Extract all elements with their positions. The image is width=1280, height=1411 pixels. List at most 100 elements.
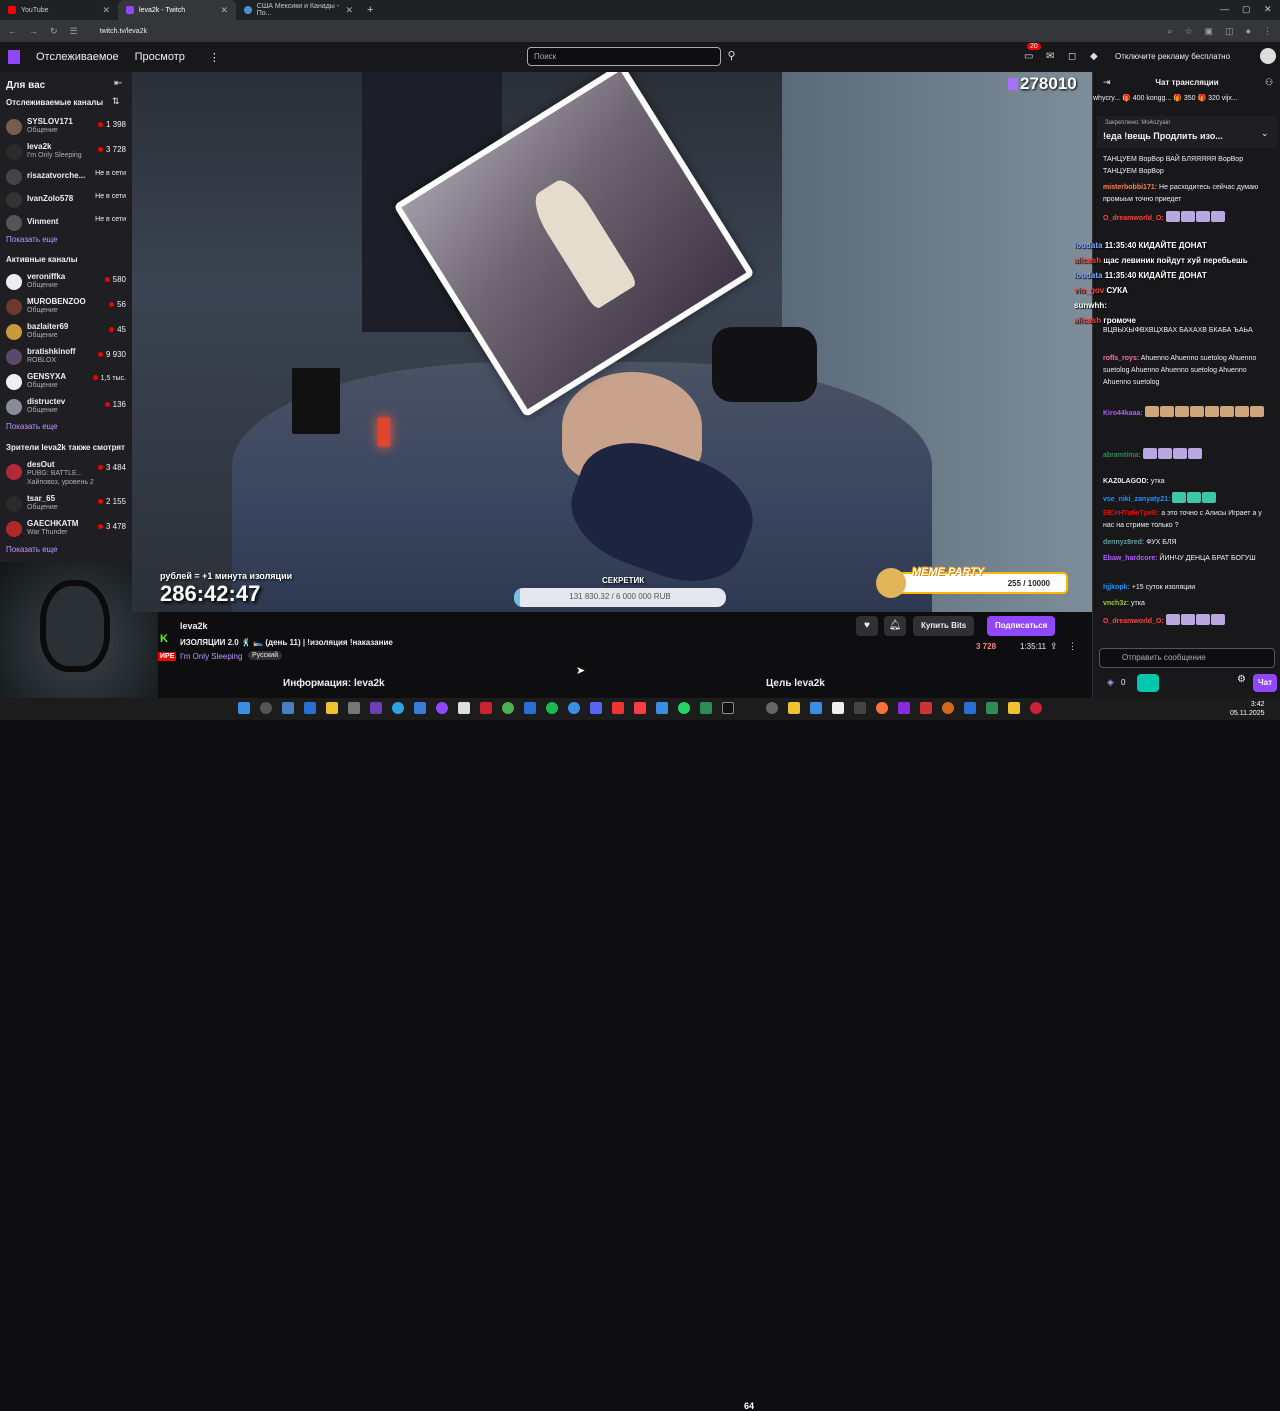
system-clock[interactable]: 3:42 05.11.2025 xyxy=(1230,700,1265,718)
chat-username[interactable]: vnch3z: xyxy=(1103,600,1129,607)
streamer-name[interactable]: leva2k xyxy=(180,621,208,631)
show-more-followed[interactable]: Показать еще xyxy=(6,235,58,244)
spotify-icon[interactable] xyxy=(546,702,558,714)
nav-browse[interactable]: Просмотр xyxy=(135,51,185,63)
collapse-sidebar-icon[interactable]: ⇤ xyxy=(114,78,122,89)
taskbar-app-icon[interactable] xyxy=(810,702,822,714)
sidebar-channel-gaechkatm[interactable]: GAECHKATM War Thunder 3 478 xyxy=(6,518,126,542)
user-avatar[interactable] xyxy=(1260,48,1276,64)
chat-send-button[interactable]: Чат xyxy=(1253,674,1277,692)
taskbar-app-icon[interactable] xyxy=(370,702,382,714)
taskbar-app-icon[interactable] xyxy=(986,702,998,714)
close-window-button[interactable]: ✕ xyxy=(1264,4,1272,15)
url-field[interactable]: twitch.tv/leva2k xyxy=(100,28,147,35)
sidebar-channel-leva2k[interactable]: leva2k I'm Only Sleeping 3 728 xyxy=(6,141,126,165)
points-claim-button[interactable] xyxy=(1137,674,1159,692)
taskbar-app-icon[interactable] xyxy=(898,702,910,714)
extension-icon[interactable]: ▣ xyxy=(1205,26,1214,37)
taskbar-app-icon[interactable] xyxy=(568,702,580,714)
whispers-icon[interactable]: ✉ xyxy=(1046,51,1054,62)
taskbar-app-icon[interactable] xyxy=(942,702,954,714)
taskbar-app-icon[interactable] xyxy=(1030,702,1042,714)
share-icon[interactable]: ⇪ xyxy=(1050,641,1058,652)
chat-username[interactable]: Kiro44kaaa: xyxy=(1103,410,1143,417)
chevron-down-icon[interactable]: ⌄ xyxy=(1261,128,1269,139)
taskbar-app-icon[interactable] xyxy=(326,702,338,714)
chat-input[interactable]: Отправить сообщение xyxy=(1099,648,1275,668)
taskbar-app-icon[interactable] xyxy=(414,702,426,714)
video-player[interactable]: 278010 рублей = +1 минута изоляции 286:4… xyxy=(132,72,1092,612)
sidebar-channel-veroniffka[interactable]: veroniffka Общение 580 xyxy=(6,271,126,295)
sidebar-channel-murobenzoo[interactable]: MUROBENZOO Общение 56 xyxy=(6,296,126,320)
close-icon[interactable]: ✕ xyxy=(345,5,353,16)
sidebar-channel-vinment[interactable]: Vinment Не в сети xyxy=(6,212,126,236)
terminal-icon[interactable] xyxy=(722,702,734,714)
chat-username[interactable]: ElCeHTu6eTpeB: xyxy=(1103,510,1159,517)
chat-settings-icon[interactable]: ⚙ xyxy=(1237,674,1246,685)
taskbar-app-icon[interactable] xyxy=(480,702,492,714)
prime-crown-icon[interactable]: ◆ xyxy=(1090,51,1098,62)
profile-icon[interactable]: ● xyxy=(1246,26,1251,36)
close-icon[interactable]: ✕ xyxy=(102,5,110,16)
language-tag[interactable]: Русский xyxy=(248,651,282,660)
chat-username[interactable]: rofls_roys: xyxy=(1103,355,1139,362)
sidebar-channel-bratishkinoff[interactable]: bratishkinoff ROBLOX 9 930 xyxy=(6,346,126,370)
taskbar-app-icon[interactable] xyxy=(700,702,712,714)
taskbar-app-icon[interactable] xyxy=(920,702,932,714)
chat-username[interactable]: vse_niki_zanyaty21: xyxy=(1103,496,1170,503)
taskbar-app-icon[interactable] xyxy=(766,702,778,714)
more-options-icon[interactable]: ⋮ xyxy=(1068,641,1077,652)
taskbar-app-icon[interactable] xyxy=(458,702,470,714)
taskbar-app-icon[interactable] xyxy=(282,702,294,714)
music-icon[interactable] xyxy=(634,702,646,714)
chat-username[interactable]: misterbobbi171: xyxy=(1103,184,1157,191)
chrome-icon[interactable] xyxy=(502,702,514,714)
taskbar-app-icon[interactable] xyxy=(854,702,866,714)
taskbar-app-icon[interactable] xyxy=(964,702,976,714)
nav-following[interactable]: Отслеживаемое xyxy=(36,51,119,63)
sidebar-channel-gensyxa[interactable]: GENSYXA Общение 1,5 тыс. xyxy=(6,371,126,395)
gift-leaderboard[interactable]: whycry... 🎁 400 kongg... 🎁 350 🎁 320 vij… xyxy=(1093,94,1280,108)
taskbar-search-icon[interactable] xyxy=(260,702,272,714)
taskbar-app-icon[interactable] xyxy=(656,702,668,714)
telegram-icon[interactable] xyxy=(392,702,404,714)
forward-icon[interactable]: → xyxy=(29,26,38,36)
back-icon[interactable]: ← xyxy=(8,26,17,36)
sidebar-channel-desout[interactable]: desOut PUBG: BATTLE... Хайповоз, уровень… xyxy=(6,459,126,491)
chat-username[interactable]: dennyz8red: xyxy=(1103,539,1144,546)
taskbar-badge[interactable]: 64 xyxy=(744,1401,754,1411)
taskbar-app-icon[interactable] xyxy=(304,702,316,714)
chat-username[interactable]: O_dreamworld_O: xyxy=(1103,215,1164,222)
reload-icon[interactable]: ↻ xyxy=(50,26,58,37)
sidebar-channel-tsar65[interactable]: tsar_65 Общение 2 155 xyxy=(6,493,126,517)
taskbar-app-icon[interactable] xyxy=(788,702,800,714)
zoom-icon[interactable]: ⌕ xyxy=(1167,26,1172,37)
close-icon[interactable]: ✕ xyxy=(220,5,228,16)
sidebar-channel-distructev[interactable]: distructev Общение 136 xyxy=(6,396,126,420)
minimize-button[interactable]: — xyxy=(1220,4,1229,14)
nav-more-icon[interactable]: ⋮ xyxy=(209,51,220,64)
ad-free-button[interactable]: Отключите рекламу бесплатно xyxy=(1115,52,1230,61)
new-tab-button[interactable]: + xyxy=(367,4,373,16)
notification-bell-button[interactable]: 🔔︎ xyxy=(884,616,906,636)
pinned-message[interactable]: Закреплено: Mo4ozyain !еда !вещь Продлит… xyxy=(1097,116,1277,148)
maximize-button[interactable]: ▢ xyxy=(1242,4,1251,15)
extensions-puzzle-icon[interactable]: ◫ xyxy=(1225,26,1234,37)
show-more-recommended[interactable]: Показать еще xyxy=(6,545,58,554)
bookmark-star-icon[interactable]: ☆ xyxy=(1184,26,1192,37)
chat-username[interactable]: O_dreamworld_O: xyxy=(1103,618,1164,625)
stream-category-link[interactable]: I'm Only Sleeping xyxy=(180,652,242,661)
taskbar-app-icon[interactable] xyxy=(436,702,448,714)
sidebar-channel-risazatvorche[interactable]: risazatvorche... Не в сети xyxy=(6,166,126,190)
chat-username[interactable]: hjjkopk: xyxy=(1103,584,1130,591)
sidebar-channel-bazlaiter69[interactable]: bazlaiter69 Общение 45 xyxy=(6,321,126,345)
firefox-icon[interactable] xyxy=(876,702,888,714)
follow-heart-button[interactable]: ♥ xyxy=(856,616,878,636)
menu-icon[interactable]: ⋮ xyxy=(1263,26,1272,37)
buy-bits-button[interactable]: Купить Bits xyxy=(913,616,975,636)
discord-icon[interactable] xyxy=(590,702,602,714)
site-info-icon[interactable]: ☰ xyxy=(70,26,78,37)
chat-users-icon[interactable]: ⚇ xyxy=(1265,77,1273,88)
search-button[interactable]: ⚲ xyxy=(722,47,741,66)
chat-username[interactable]: abramtima: xyxy=(1103,452,1141,459)
